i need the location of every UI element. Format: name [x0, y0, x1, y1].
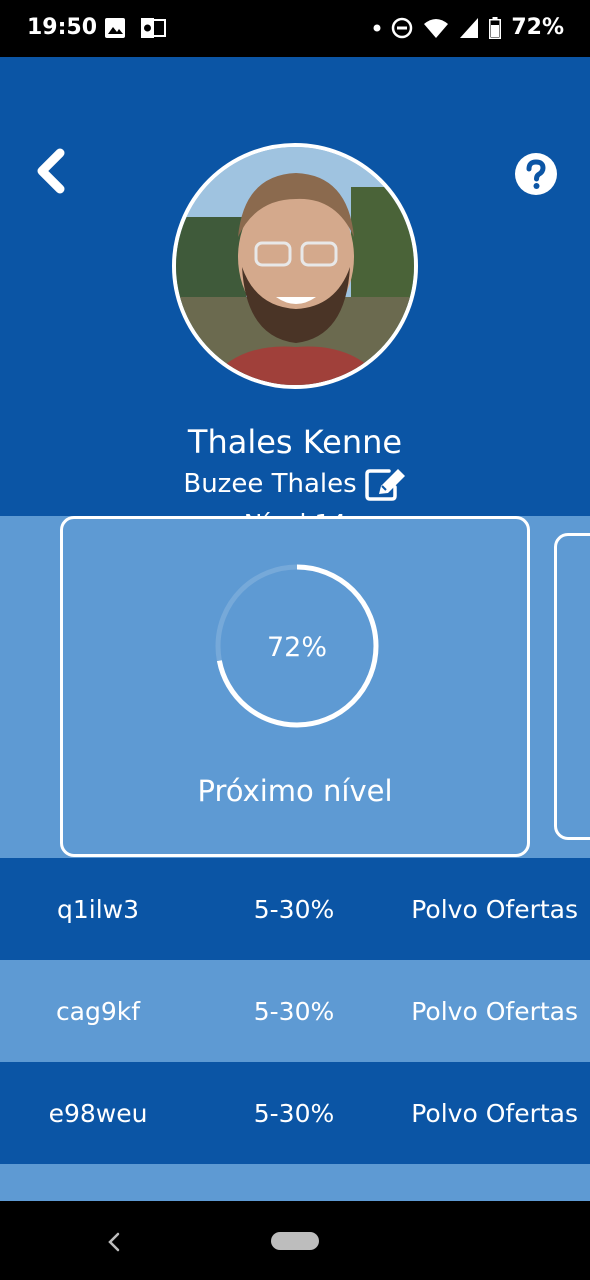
status-notification-icons	[104, 17, 166, 39]
do-not-disturb-icon	[392, 17, 413, 38]
avatar	[172, 143, 418, 389]
coupon-store: Polvo Ofertas	[411, 996, 578, 1026]
next-level-caption: Próximo nível	[197, 774, 393, 808]
status-system-icons: 72%	[373, 15, 564, 40]
level-carousel[interactable]: 72% Próximo nível	[0, 516, 590, 858]
battery-icon	[489, 16, 502, 39]
coupon-store: Polvo Ofertas	[411, 1098, 578, 1128]
image-icon	[105, 18, 125, 38]
coupon-code: cag9kf	[55, 996, 141, 1026]
edit-icon[interactable]	[364, 467, 407, 501]
list-item[interactable]: q1ilw3 5-30% Polvo Ofertas	[0, 858, 590, 960]
dot-icon	[373, 24, 381, 31]
outlook-icon	[141, 18, 166, 38]
coupon-code: q1ilw3	[56, 894, 140, 924]
user-handle-row: Buzee Thales	[0, 467, 590, 501]
progress-percent: 72%	[266, 632, 327, 663]
list-item[interactable]: cag9kf 5-30% Polvo Ofertas	[0, 960, 590, 1062]
system-nav-bar	[0, 1201, 590, 1280]
coupon-code: e98weu	[48, 1098, 148, 1128]
nav-back-button[interactable]	[104, 1231, 124, 1253]
coupon-store: Polvo Ofertas	[411, 894, 578, 924]
list-item-partial	[0, 1164, 590, 1202]
battery-percent: 72%	[511, 15, 564, 40]
coupon-discount: 5-30%	[253, 894, 335, 924]
back-button[interactable]	[30, 147, 76, 195]
nav-home-pill[interactable]	[271, 1232, 319, 1250]
profile-header: Thales Kenne Buzee Thales Nível 14	[0, 57, 590, 538]
signal-icon	[460, 17, 479, 38]
next-level-card[interactable]: 72% Próximo nível	[60, 516, 530, 857]
avatar-photo	[176, 147, 414, 385]
status-bar: 19:50 72%	[0, 0, 590, 57]
coupon-discount: 5-30%	[253, 996, 335, 1026]
user-handle: Buzee Thales	[183, 469, 357, 499]
coupon-discount: 5-30%	[253, 1098, 335, 1128]
wifi-icon	[424, 18, 449, 38]
list-item[interactable]: e98weu 5-30% Polvo Ofertas	[0, 1062, 590, 1164]
user-name: Thales Kenne	[187, 423, 403, 461]
status-time: 19:50	[27, 15, 98, 40]
coupon-list: q1ilw3 5-30% Polvo Ofertas cag9kf 5-30% …	[0, 858, 590, 1202]
carousel-card-peek[interactable]	[554, 533, 590, 840]
help-button[interactable]	[514, 152, 558, 196]
